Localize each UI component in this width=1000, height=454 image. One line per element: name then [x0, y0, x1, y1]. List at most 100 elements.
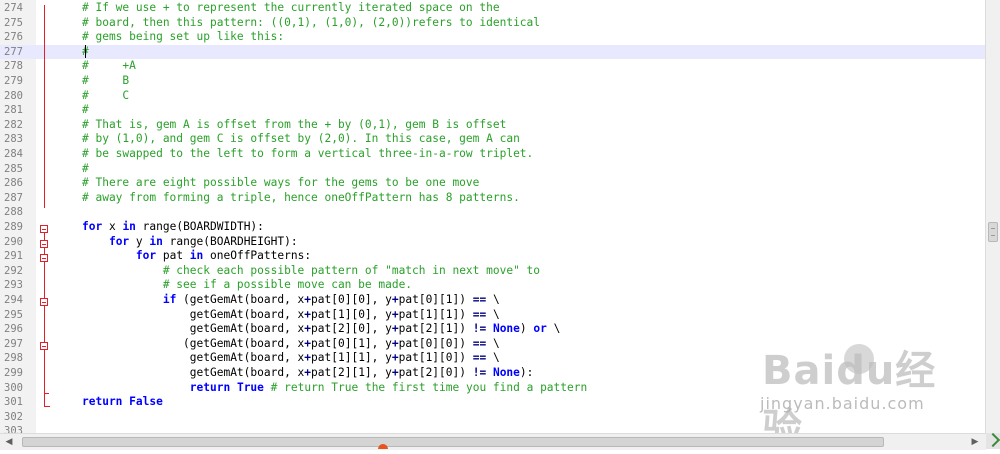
code-line[interactable]: 300 return True # return True the first …: [0, 381, 986, 396]
code-line[interactable]: 293 # see if a possible move can be made…: [0, 278, 986, 293]
line-code: # That is, gem A is offset from the + by…: [82, 118, 506, 133]
line-number: 302: [4, 410, 23, 423]
keyword-token: None: [492, 322, 520, 336]
line-number: 294: [4, 294, 23, 306]
fold-end-marker: [44, 406, 50, 407]
line-number: 290: [4, 235, 23, 248]
line-number: 283: [4, 133, 23, 146]
scroll-left-arrow-icon[interactable]: ◀: [4, 437, 14, 447]
code-editor[interactable]: 274 # If we use + to represent the curren…: [0, 0, 986, 433]
keyword-token: or: [533, 322, 547, 336]
line-number: 282: [4, 118, 23, 131]
operator-token: +: [391, 293, 399, 306]
code-token: \: [486, 351, 500, 365]
code-line[interactable]: 295 getGemAt(board, x+pat[1][0], y+pat[1…: [0, 308, 986, 323]
code-line[interactable]: 298 getGemAt(board, x+pat[1][1], y+pat[1…: [0, 351, 986, 366]
comment-token: # by (1,0), and gem C is offset by (2,0)…: [82, 132, 520, 146]
code-token: pat[1][1]): [398, 307, 473, 321]
comment-token: # That is, gem A is offset from the + by…: [82, 117, 507, 131]
fold-minus-icon[interactable]: [40, 342, 48, 350]
horizontal-scroll-thumb[interactable]: [22, 437, 884, 447]
line-code: if (getGemAt(board, x+pat[0][0], y+pat[0…: [82, 293, 500, 308]
line-code: for x in range(BOARDWIDTH):: [82, 220, 264, 235]
line-code: (getGemAt(board, x+pat[0][1], y+pat[0][0…: [82, 337, 500, 352]
comment-token: # +A: [82, 59, 136, 73]
code-line[interactable]: 303: [0, 424, 986, 433]
code-token: oneOffPatterns:: [203, 249, 312, 263]
code-line[interactable]: 291 for pat in oneOffPatterns:: [0, 249, 986, 264]
keyword-token: return: [189, 380, 231, 394]
code-line[interactable]: 302: [0, 410, 986, 425]
keyword-token: in: [149, 234, 163, 248]
code-line[interactable]: 292 # check each possible pattern of "ma…: [0, 264, 986, 279]
comment-token: # see if a possible move can be made.: [162, 278, 413, 292]
comment-token: #: [82, 161, 89, 175]
code-line[interactable]: 284 # be swapped to the left to form a ve…: [0, 147, 986, 162]
line-number: 296: [4, 323, 23, 336]
operator-token: ==: [472, 351, 487, 365]
code-line[interactable]: 282 # That is, gem A is offset from the +…: [0, 118, 986, 133]
horizontal-scrollbar[interactable]: ◀ ▶: [0, 433, 986, 450]
line-number: 300: [4, 381, 23, 394]
fold-minus-icon[interactable]: [40, 240, 48, 248]
line-number: 298: [4, 352, 23, 365]
code-line[interactable]: 285 #: [0, 162, 986, 177]
line-number: 291: [4, 250, 23, 263]
code-token: (getGemAt(board, x: [176, 293, 305, 306]
scroll-right-arrow-icon[interactable]: ▶: [970, 437, 980, 447]
code-line[interactable]: 299 getGemAt(board, x+pat[2][1], y+pat[2…: [0, 366, 986, 381]
line-code: # C: [82, 89, 129, 104]
code-line[interactable]: 279 # B: [0, 74, 986, 89]
line-code: # +A: [82, 59, 136, 74]
code-line[interactable]: 280 # C: [0, 89, 986, 104]
vertical-scroll-thumb[interactable]: [988, 222, 998, 242]
code-token: \: [486, 307, 500, 321]
keyword-token: None: [492, 366, 520, 379]
vertical-scrollbar[interactable]: [985, 0, 1000, 433]
code-line[interactable]: 289 for x in range(BOARDWIDTH):: [0, 220, 986, 235]
code-line[interactable]: 287 # away from forming a triple, hence o…: [0, 191, 986, 206]
keyword-token: in: [189, 249, 204, 263]
code-line[interactable]: 294 if (getGemAt(board, x+pat[0][0], y+p…: [0, 293, 986, 308]
fold-minus-icon[interactable]: [40, 225, 48, 233]
code-line[interactable]: 275 # board, then this pattern: ((0,1), (…: [0, 16, 986, 31]
comment-token: # gems being set up like this:: [82, 30, 285, 44]
taskbar-indicator: [378, 444, 388, 449]
fold-guide-line: [44, 5, 45, 208]
code-line[interactable]: 274 # If we use + to represent the curren…: [0, 1, 986, 16]
comment-token: # board, then this pattern: ((0,1), (1,0…: [82, 15, 541, 29]
code-token: range(BOARDHEIGHT):: [162, 234, 298, 248]
comment-token: # B: [82, 74, 130, 87]
code-line[interactable]: 283 # by (1,0), and gem C is offset by (2…: [0, 132, 986, 147]
fold-minus-icon[interactable]: [40, 298, 48, 306]
line-code: # by (1,0), and gem C is offset by (2,0)…: [82, 132, 520, 147]
current-code-line[interactable]: 277#: [0, 44, 986, 60]
code-line[interactable]: 278 # +A: [0, 59, 986, 74]
code-line[interactable]: 281 #: [0, 103, 986, 118]
code-line[interactable]: 297 (getGemAt(board, x+pat[0][1], y+pat[…: [0, 337, 986, 352]
code-token: pat[1][0], y: [311, 307, 392, 321]
code-line[interactable]: 296 getGemAt(board, x+pat[2][0], y+pat[2…: [0, 322, 986, 337]
code-line[interactable]: 286 # There are eight possible ways for t…: [0, 176, 986, 191]
line-number: 299: [4, 367, 23, 379]
line-code: # away from forming a triple, hence oneO…: [82, 191, 520, 206]
code-line[interactable]: 276 # gems being set up like this:: [0, 30, 986, 45]
fold-minus-icon[interactable]: [40, 254, 48, 262]
code-token: pat[0][1]): [398, 293, 473, 306]
code-token: getGemAt(board, x: [189, 307, 305, 321]
code-token: pat[2][1], y: [311, 366, 392, 379]
comment-token: # away from forming a triple, hence oneO…: [82, 190, 520, 204]
code-token: \: [486, 336, 500, 350]
operator-token: +: [391, 336, 399, 350]
code-line[interactable]: 290 for y in range(BOARDHEIGHT):: [0, 235, 986, 250]
code-line[interactable]: 301 return False: [0, 395, 986, 410]
keyword-token: True: [236, 380, 264, 394]
code-line[interactable]: 288: [0, 205, 986, 220]
